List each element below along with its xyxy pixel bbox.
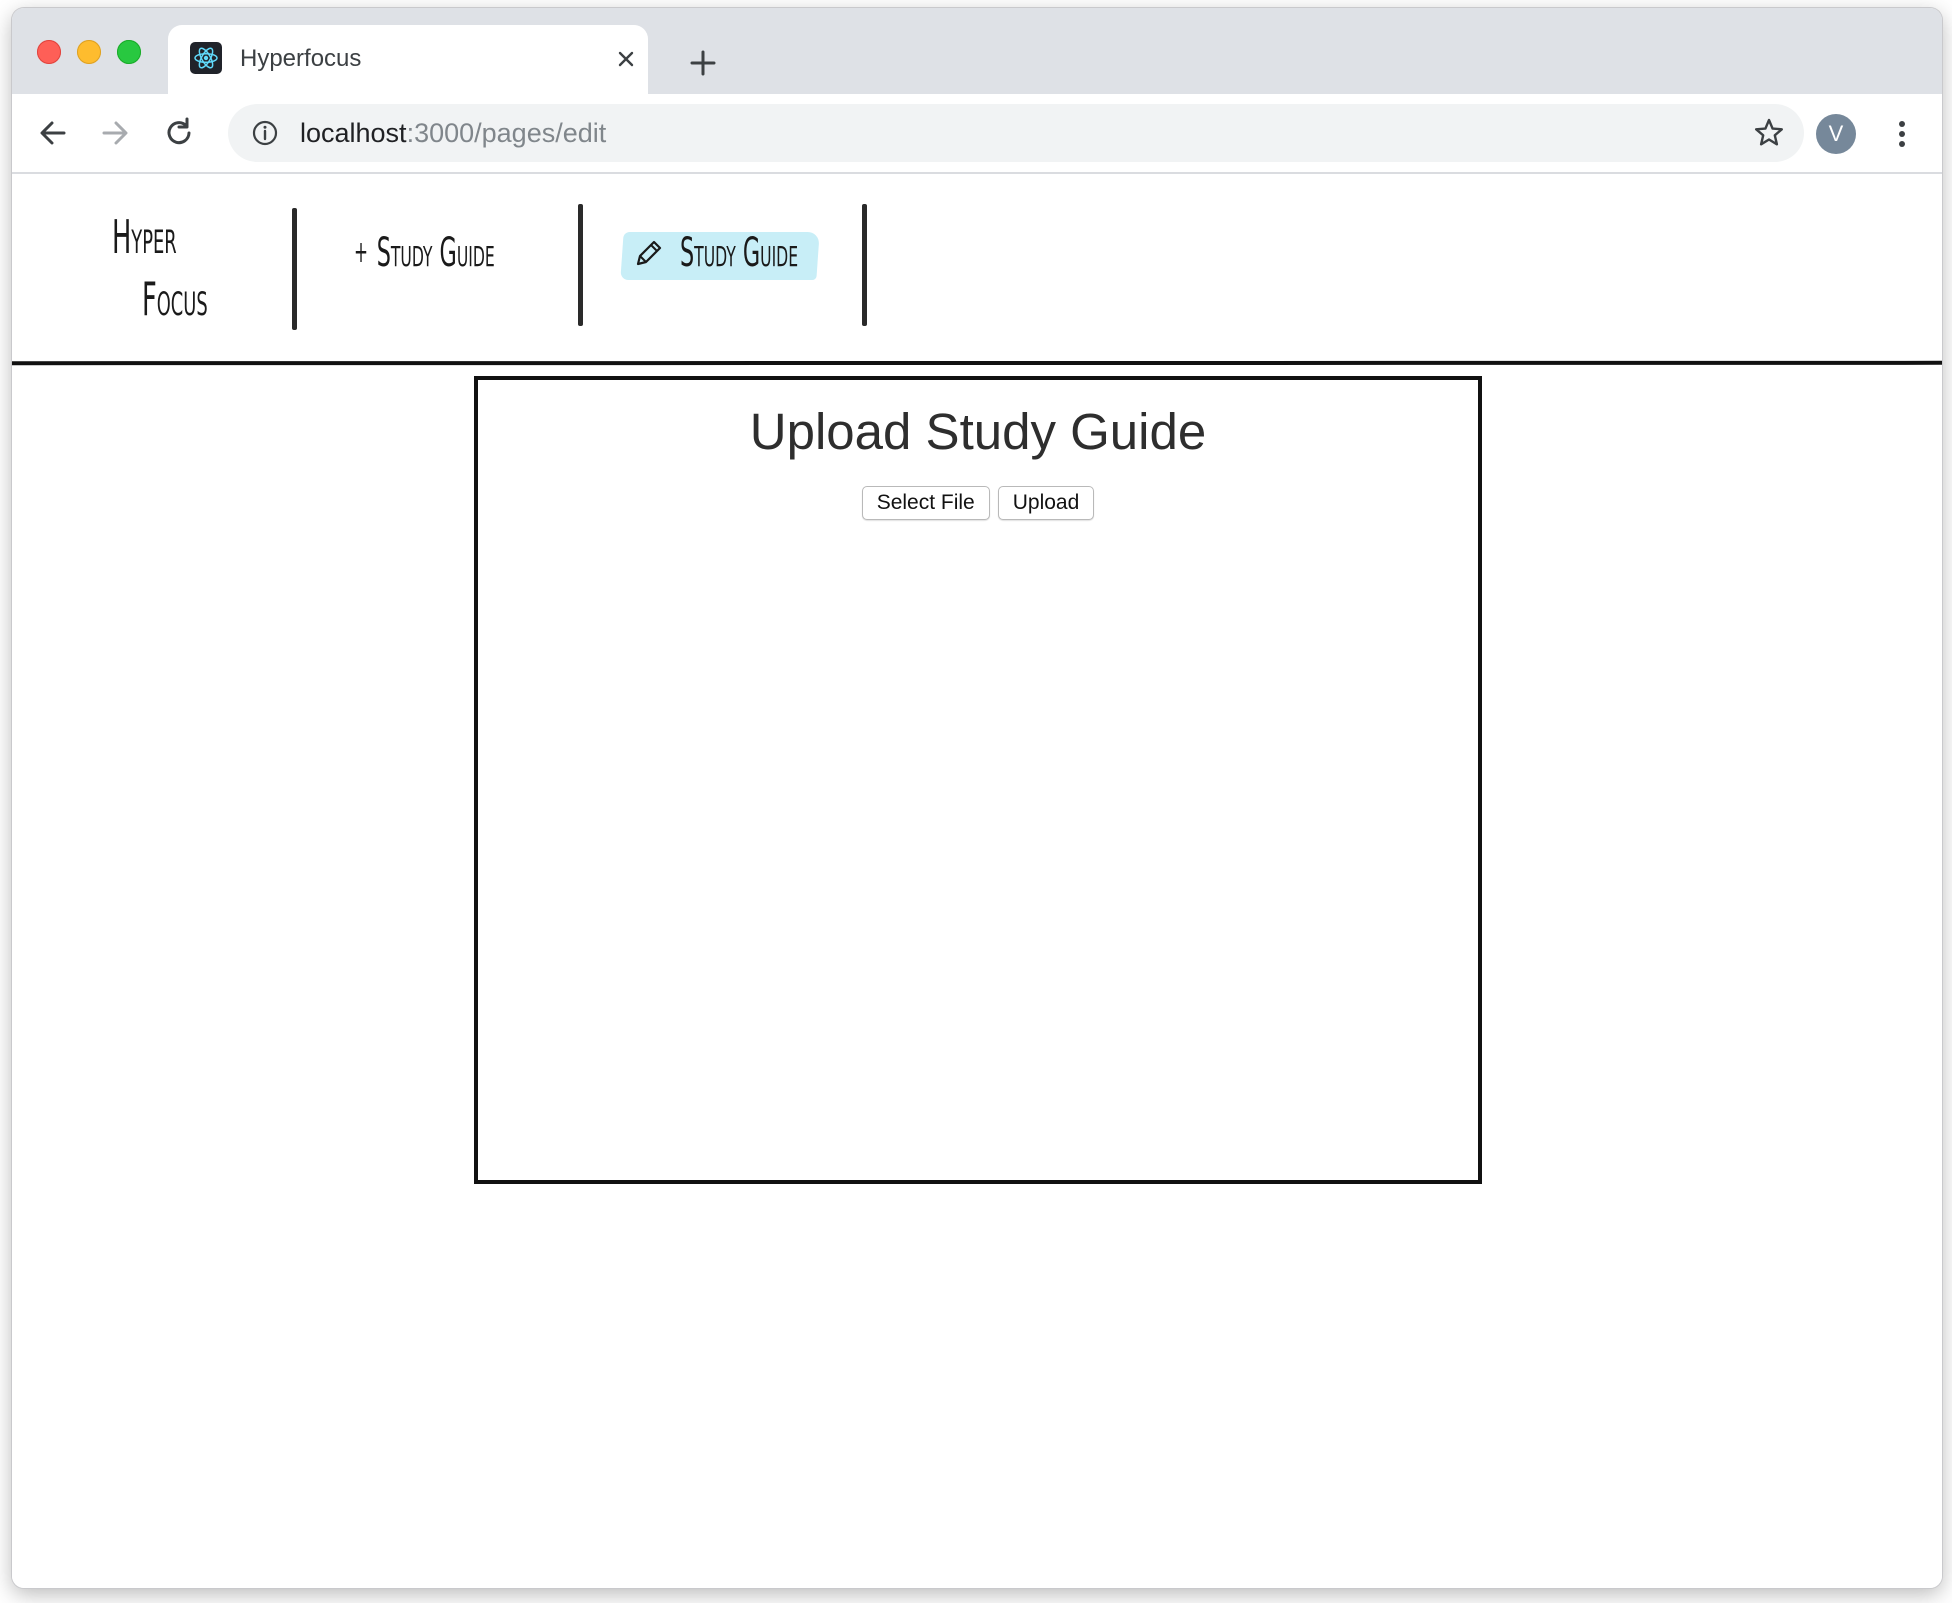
reload-icon[interactable]	[160, 114, 198, 152]
nav-edit-study-guide[interactable]: Study Guide	[680, 230, 798, 276]
header-divider	[12, 360, 1942, 366]
url-host: localhost	[300, 118, 407, 148]
nav-separator	[292, 208, 297, 330]
select-file-button[interactable]: Select File	[861, 486, 990, 520]
profile-avatar[interactable]: V	[1816, 114, 1856, 154]
upload-panel-title: Upload Study Guide	[749, 403, 1207, 460]
url-text: localhost:3000/pages/edit	[300, 118, 606, 149]
upload-controls: Select File Upload	[478, 486, 1478, 520]
react-logo-icon	[190, 42, 222, 74]
plus-icon: +	[354, 235, 369, 270]
site-info-icon[interactable]	[250, 118, 280, 148]
browser-toolbar: localhost:3000/pages/edit V	[12, 94, 1942, 174]
address-bar[interactable]: localhost:3000/pages/edit	[228, 104, 1804, 162]
nav-new-study-guide-label: Study Guide	[376, 230, 495, 276]
brand-logo-line1[interactable]: Hyper	[112, 212, 177, 262]
nav-edit-study-guide-label: Study Guide	[680, 230, 799, 276]
url-path: :3000/pages/edit	[406, 118, 607, 148]
tab-title: Hyperfocus	[240, 45, 362, 72]
upload-button[interactable]: Upload	[997, 486, 1095, 520]
page-viewport: Hyper Focus + Study Guide Study Guide Up…	[12, 176, 1942, 1588]
forward-arrow-icon[interactable]	[96, 114, 134, 152]
back-arrow-icon[interactable]	[34, 114, 72, 152]
new-tab-icon[interactable]	[688, 48, 718, 78]
upload-panel: Upload Study Guide Select File Upload	[474, 376, 1482, 1184]
brand-logo-line2[interactable]: Focus	[142, 274, 208, 324]
bookmark-star-icon[interactable]	[1752, 116, 1786, 150]
maximize-window-button[interactable]	[117, 40, 141, 64]
pencil-icon	[630, 234, 668, 272]
nav-new-study-guide[interactable]: + Study Guide	[354, 230, 495, 276]
tab-close-icon[interactable]	[612, 45, 640, 73]
browser-tab[interactable]: Hyperfocus	[168, 25, 648, 94]
browser-window: Hyperfocus localhost:3000/pages/edit V H…	[12, 8, 1942, 1588]
nav-separator	[578, 204, 583, 326]
nav-separator	[862, 204, 867, 326]
minimize-window-button[interactable]	[77, 40, 101, 64]
stage: Hyperfocus localhost:3000/pages/edit V H…	[0, 0, 1952, 1603]
close-window-button[interactable]	[37, 40, 61, 64]
more-menu-icon[interactable]	[1892, 116, 1912, 152]
tab-strip: Hyperfocus	[12, 8, 1942, 94]
